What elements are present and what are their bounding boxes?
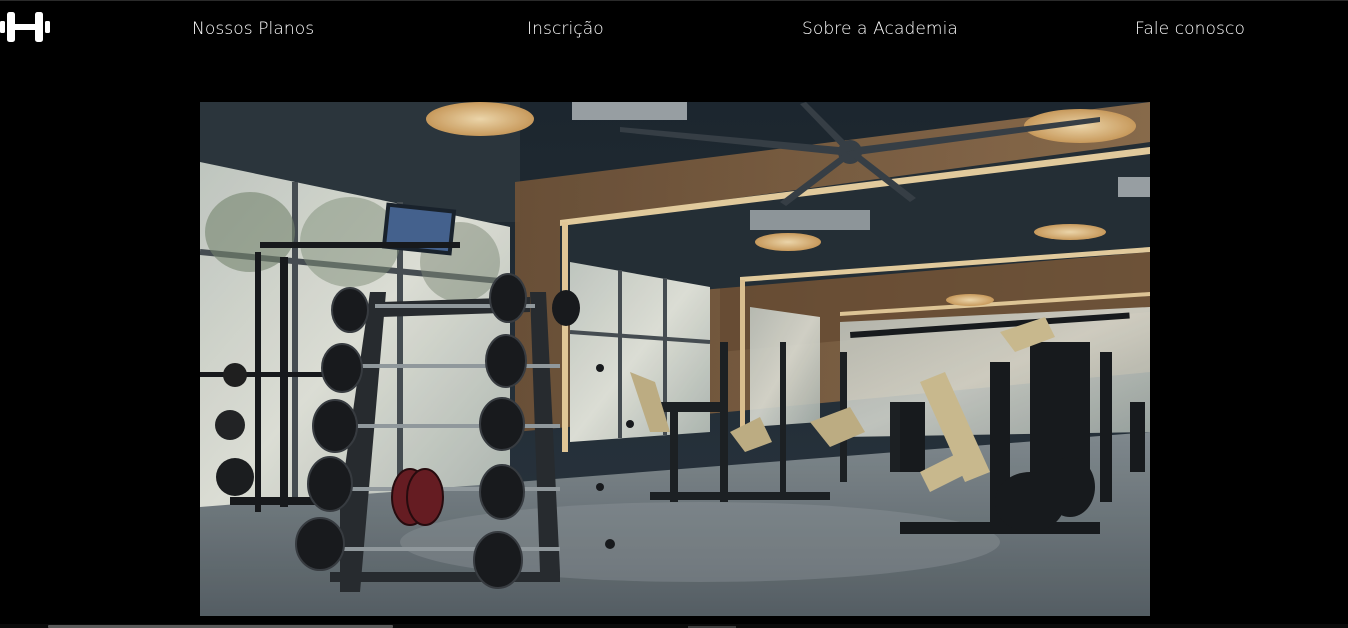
nav-link-nossos-planos[interactable]: Nossos Planos (192, 19, 314, 39)
page: Nossos Planos Inscrição Sobre a Academia… (0, 0, 1348, 628)
gym-interior-illustration (200, 102, 1150, 616)
navbar: Nossos Planos Inscrição Sobre a Academia… (0, 1, 1348, 59)
nav-link-fale-conosco[interactable]: Fale conosco (1135, 19, 1245, 39)
nav-link-sobre-a-academia[interactable]: Sobre a Academia (802, 19, 958, 39)
horizontal-scrollbar[interactable] (0, 624, 1348, 628)
hero-gym-image (200, 102, 1150, 616)
logo-dumbbell-icon[interactable] (0, 9, 52, 45)
nav-link-inscricao[interactable]: Inscrição (527, 19, 604, 39)
